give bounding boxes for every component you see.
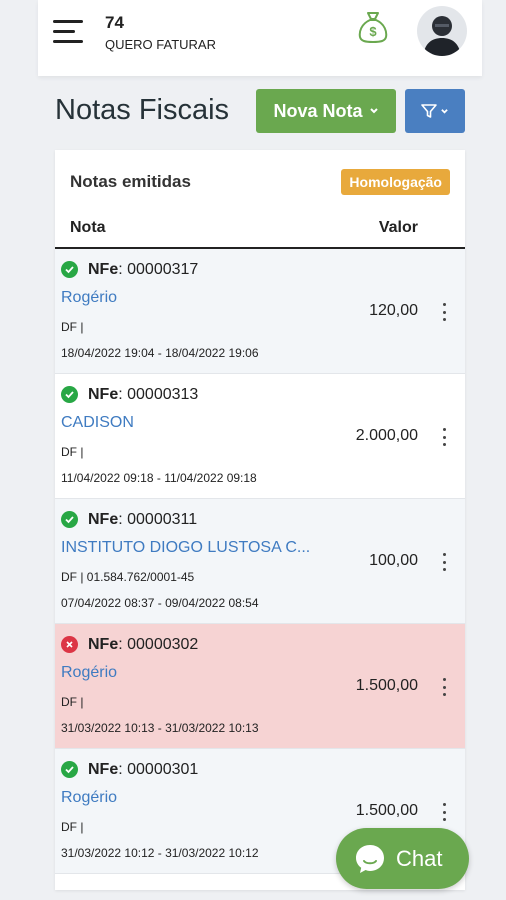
new-note-button[interactable]: Nova Nota <box>256 89 396 133</box>
note-location: DF | <box>61 445 84 459</box>
note-value: 120,00 <box>369 302 418 319</box>
filter-icon <box>421 104 437 118</box>
svg-text:$: $ <box>369 24 377 39</box>
more-vertical-icon[interactable] <box>439 803 449 821</box>
note-dates: 11/04/2022 09:18 - 11/04/2022 09:18 <box>61 471 257 485</box>
table-header: Nota Valor <box>55 212 465 249</box>
table-row[interactable]: NFe: 00000302 Rogério DF | 31/03/2022 10… <box>55 624 465 749</box>
page-title: Notas Fiscais <box>55 94 230 126</box>
check-circle-icon <box>61 386 78 403</box>
chat-button[interactable]: Chat <box>336 828 469 889</box>
column-header-valor: Valor <box>378 219 418 236</box>
error-circle-icon <box>61 636 78 653</box>
note-dates: 07/04/2022 08:37 - 09/04/2022 08:54 <box>61 596 259 610</box>
check-circle-icon <box>61 261 78 278</box>
more-vertical-icon[interactable] <box>439 678 449 696</box>
chat-bubble-icon <box>356 844 384 873</box>
note-number: NFe: 00000317 <box>88 261 199 278</box>
note-number: NFe: 00000313 <box>88 386 199 403</box>
client-link[interactable]: CADISON <box>61 414 341 432</box>
new-note-label: Nova Nota <box>273 100 363 121</box>
filter-button[interactable] <box>405 89 465 133</box>
note-number: NFe: 00000302 <box>88 636 199 653</box>
note-location: DF | <box>61 695 84 709</box>
user-avatar[interactable] <box>417 6 467 56</box>
note-value: 2.000,00 <box>355 427 418 444</box>
chat-label: Chat <box>396 845 443 871</box>
client-link[interactable]: Rogério <box>61 289 341 307</box>
more-vertical-icon[interactable] <box>439 303 449 321</box>
top-bar: 74 QUERO FATURAR $ <box>38 0 482 76</box>
client-link[interactable]: Rogério <box>61 664 341 682</box>
check-circle-icon <box>61 761 78 778</box>
note-location: DF | 01.584.762/0001-45 <box>61 570 195 584</box>
more-vertical-icon[interactable] <box>439 428 449 446</box>
chevron-down-icon <box>369 108 378 114</box>
table-row[interactable]: NFe: 00000317 Rogério DF | 18/04/2022 19… <box>55 249 465 374</box>
note-dates: 31/03/2022 10:12 - 31/03/2022 10:12 <box>61 846 259 860</box>
company-number: 74 <box>105 13 124 32</box>
note-value: 1.500,00 <box>355 802 418 819</box>
notes-card: Notas emitidas Homologação Nota Valor NF… <box>55 150 465 890</box>
note-dates: 31/03/2022 10:13 - 31/03/2022 10:13 <box>61 721 259 735</box>
more-vertical-icon[interactable] <box>439 553 449 571</box>
note-dates: 18/04/2022 19:04 - 18/04/2022 19:06 <box>61 346 259 360</box>
chevron-down-icon <box>441 108 448 114</box>
table-row[interactable]: NFe: 00000311 INSTITUTO DIOGO LUSTOSA C.… <box>55 499 465 624</box>
note-location: DF | <box>61 820 84 834</box>
card-title: Notas emitidas <box>70 172 191 191</box>
note-value: 1.500,00 <box>355 677 418 694</box>
company-name: QUERO FATURAR <box>105 37 216 52</box>
note-number: NFe: 00000311 <box>88 511 198 528</box>
menu-icon[interactable] <box>53 20 83 44</box>
money-bag-icon[interactable]: $ <box>357 10 389 44</box>
note-location: DF | <box>61 320 84 334</box>
check-circle-icon <box>61 511 78 528</box>
column-header-nota: Nota <box>70 219 106 236</box>
note-value: 100,00 <box>369 552 418 569</box>
client-link[interactable]: Rogério <box>61 789 341 807</box>
client-link[interactable]: INSTITUTO DIOGO LUSTOSA C... <box>61 539 341 557</box>
table-row[interactable]: NFe: 00000313 CADISON DF | 11/04/2022 09… <box>55 374 465 499</box>
note-number: NFe: 00000301 <box>88 761 199 778</box>
environment-badge: Homologação <box>341 169 450 195</box>
